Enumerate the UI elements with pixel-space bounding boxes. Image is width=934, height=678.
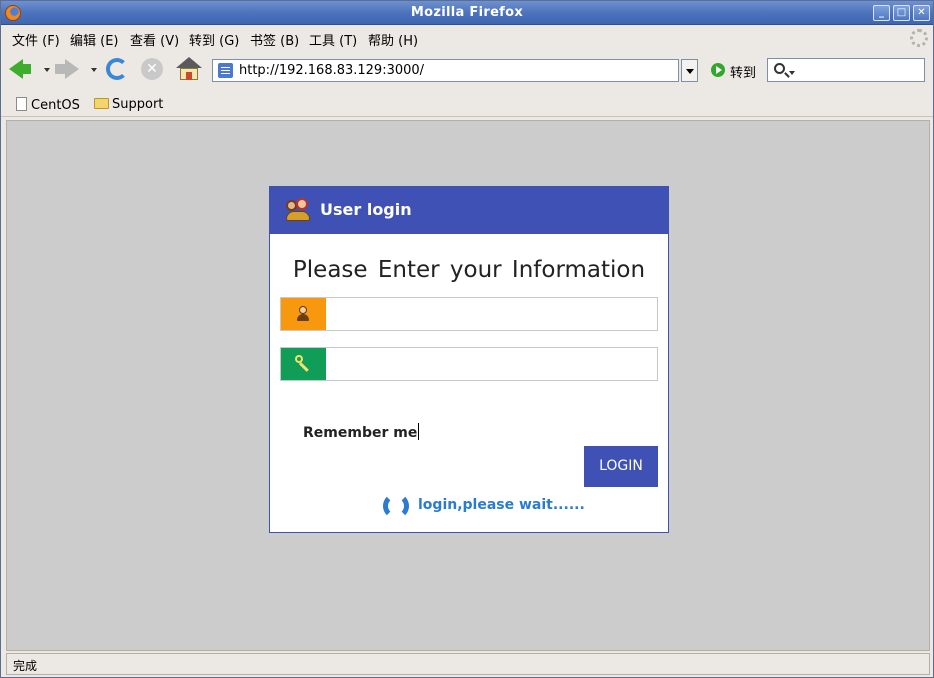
user-icon [296, 306, 310, 322]
url-bar[interactable]: http://192.168.83.129:3000/ [212, 59, 679, 82]
login-panel: User login Please Enter your Information… [269, 186, 669, 533]
title-bar: Mozilla Firefox _ □ ✕ [1, 1, 933, 25]
menu-help[interactable]: 帮助 (H) [368, 30, 418, 49]
refresh-spinner-icon [383, 493, 409, 519]
forward-arrow-icon[interactable] [55, 59, 79, 79]
bookmark-centos[interactable]: CentOS [16, 97, 80, 113]
key-icon [295, 355, 313, 373]
menu-bar: 文件 (F) 编辑 (E) 查看 (V) 转到 (G) 书签 (B) 工具 (T… [1, 26, 933, 50]
folder-icon [94, 98, 109, 109]
window-title: Mozilla Firefox [410, 5, 524, 20]
back-history-dropdown-icon[interactable] [44, 68, 50, 72]
document-icon [16, 97, 27, 111]
search-box[interactable] [767, 58, 925, 82]
search-icon[interactable] [774, 63, 785, 74]
username-field [280, 297, 658, 331]
stop-icon[interactable]: ✕ [141, 58, 163, 80]
page-icon [218, 63, 233, 78]
login-header: User login [270, 187, 668, 234]
login-button[interactable]: LOGIN [584, 446, 658, 487]
menu-bookmarks[interactable]: 书签 (B) [250, 30, 299, 49]
throbber-icon [910, 29, 928, 47]
login-header-title: User login [320, 200, 412, 219]
users-icon [286, 198, 310, 222]
go-label: 转到 [730, 66, 757, 81]
maximize-button[interactable]: □ [893, 5, 910, 21]
menu-edit[interactable]: 编辑 (E) [70, 30, 119, 49]
password-tag [281, 348, 326, 380]
username-input[interactable] [327, 298, 657, 330]
url-text[interactable]: http://192.168.83.129:3000/ [239, 63, 424, 78]
bookmark-support[interactable]: Support [94, 97, 163, 112]
username-tag [281, 298, 326, 330]
search-engine-dropdown-icon[interactable] [789, 71, 795, 75]
login-heading: Please Enter your Information [292, 257, 646, 283]
navigation-toolbar: ✕ http://192.168.83.129:3000/ 转到 [1, 53, 933, 89]
url-history-dropdown[interactable] [681, 59, 698, 82]
remember-me[interactable]: Remember me [303, 423, 420, 441]
firefox-window: Mozilla Firefox _ □ ✕ 文件 (F) 编辑 (E) 查看 (… [0, 0, 934, 678]
minimize-button[interactable]: _ [873, 5, 890, 21]
forward-history-dropdown-icon[interactable] [91, 68, 97, 72]
status-bar: 完成 [6, 653, 930, 675]
back-arrow-icon[interactable] [9, 59, 31, 79]
bookmark-label: Support [112, 97, 164, 112]
menu-go[interactable]: 转到 (G) [189, 30, 239, 49]
close-button[interactable]: ✕ [913, 5, 930, 21]
menu-tools[interactable]: 工具 (T) [309, 30, 357, 49]
text-caret [418, 423, 420, 440]
remember-me-label: Remember me [303, 425, 418, 441]
password-input[interactable] [327, 348, 657, 380]
status-text: 完成 [13, 659, 38, 673]
menu-view[interactable]: 查看 (V) [130, 30, 179, 49]
bookmarks-toolbar: CentOS Support [1, 91, 933, 117]
home-icon[interactable] [176, 57, 202, 81]
password-field [280, 347, 658, 381]
menu-file[interactable]: 文件 (F) [12, 30, 60, 49]
bookmark-label: CentOS [31, 98, 80, 113]
login-wait-text: login,please wait...... [418, 497, 585, 513]
go-arrow-icon [711, 63, 725, 77]
page-content: User login Please Enter your Information… [6, 120, 930, 651]
reload-icon[interactable] [106, 58, 128, 80]
